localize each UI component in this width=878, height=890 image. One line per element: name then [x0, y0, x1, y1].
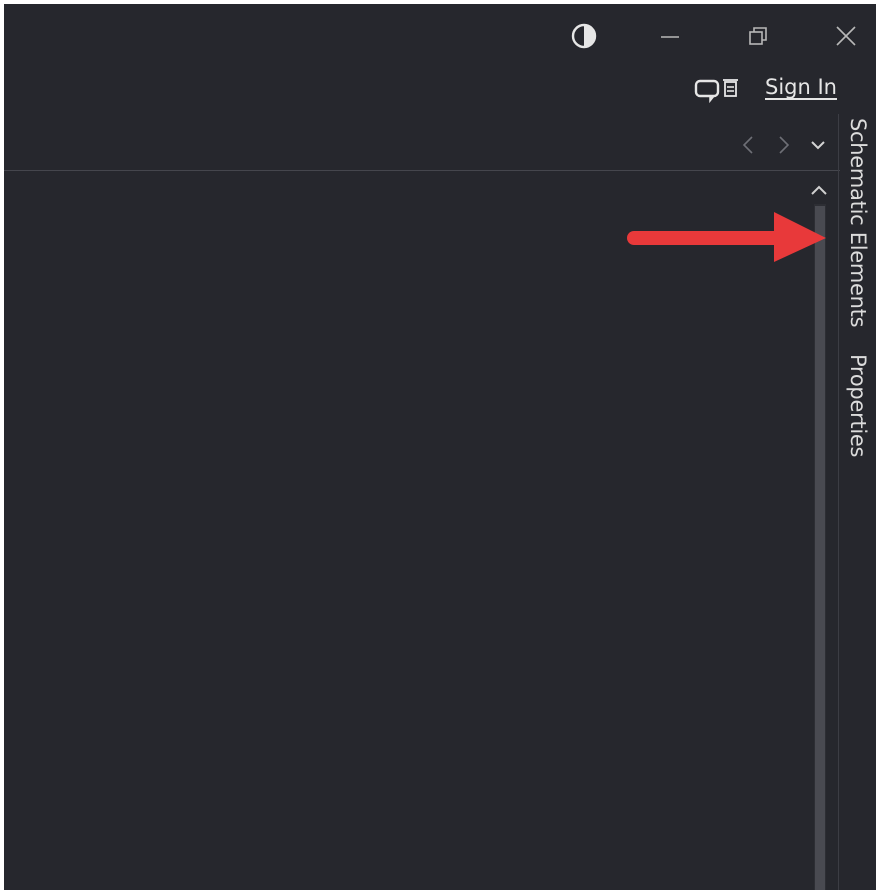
communication-center-icon[interactable] — [694, 76, 750, 104]
app-window: Sign In Schematic Elements Properties — [4, 4, 876, 890]
chevron-left-icon[interactable] — [736, 132, 760, 158]
chevron-down-icon[interactable] — [806, 132, 830, 158]
chevron-up-icon[interactable] — [806, 178, 832, 202]
restore-icon[interactable] — [740, 18, 776, 54]
sign-in-link[interactable]: Sign In — [765, 75, 837, 99]
scrollbar-thumb[interactable] — [815, 206, 825, 890]
contrast-icon[interactable] — [566, 18, 602, 54]
tab-properties[interactable]: Properties — [842, 354, 874, 457]
tab-schematic-elements[interactable]: Schematic Elements — [842, 118, 874, 327]
chevron-right-icon[interactable] — [772, 132, 796, 158]
main-content-area — [4, 171, 814, 890]
side-tab-divider — [838, 114, 839, 890]
minimize-icon[interactable] — [652, 18, 688, 54]
red-arrow-icon — [627, 212, 826, 262]
close-icon[interactable] — [828, 18, 864, 54]
